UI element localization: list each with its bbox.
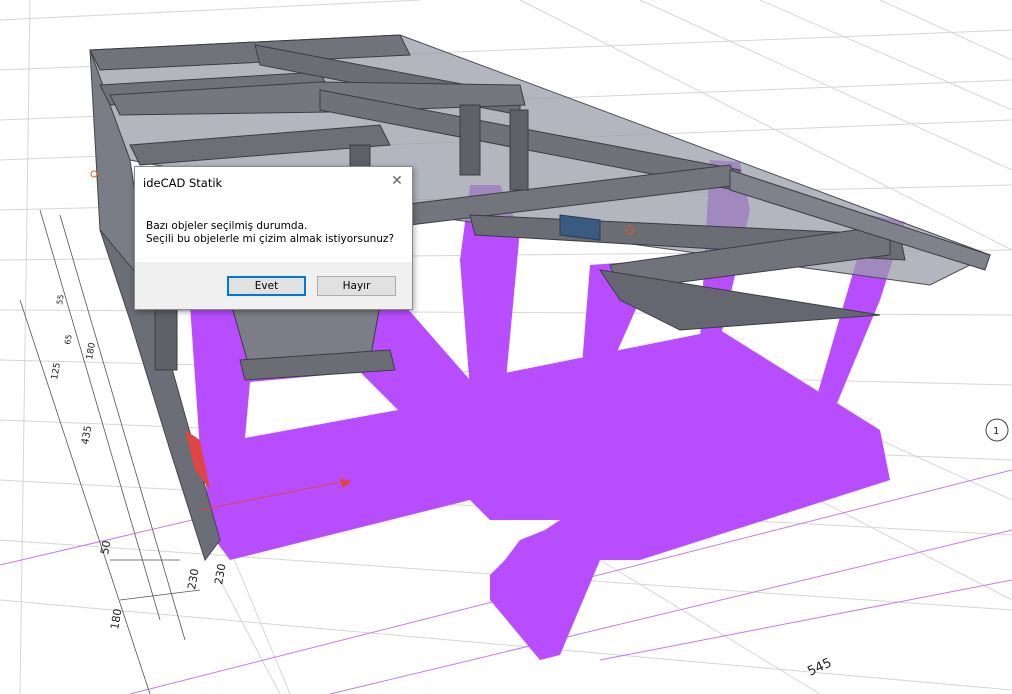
dialog-message-line: Seçili bu objelerle mi çizim almak istiy… [146,233,395,245]
dimension-labels-bottom: 545 [805,656,834,680]
dim-label: 180 [108,608,124,631]
dim-label: 50 [98,539,113,555]
dim-label: 125 [50,362,63,381]
dim-label: 55 [55,294,66,306]
dialog-titlebar[interactable]: ideCAD Statik ✕ [135,167,412,197]
yes-button[interactable]: Evet [227,276,306,296]
close-icon[interactable]: ✕ [386,171,408,191]
axis-marker-label: 1 [993,426,999,437]
dim-label: 65 [63,334,74,346]
axis-marker: 1 [985,418,1009,442]
dim-label: 180 [85,342,98,361]
dim-label: 230 [185,568,201,591]
no-button[interactable]: Hayır [317,276,396,296]
confirm-dialog: ideCAD Statik ✕ Bazı objeler seçilmiş du… [134,166,413,310]
dialog-title: ideCAD Statik [143,176,223,190]
dialog-footer: Evet Hayır [135,262,412,309]
dim-label: 230 [212,563,228,586]
dim-label: 435 [80,425,94,446]
dialog-message: Bazı objeler seçilmiş durumda. Seçili bu… [146,220,394,246]
3d-scene: 50 230 180 230 435 125 180 55 65 545 1 [0,0,1012,694]
3d-model-viewport[interactable]: 50 230 180 230 435 125 180 55 65 545 1 i… [0,0,1012,694]
dim-label: 545 [805,656,834,680]
dialog-message-line: Bazı objeler seçilmiş durumda. [146,220,308,232]
dialog-body: Bazı objeler seçilmiş durumda. Seçili bu… [135,197,412,264]
